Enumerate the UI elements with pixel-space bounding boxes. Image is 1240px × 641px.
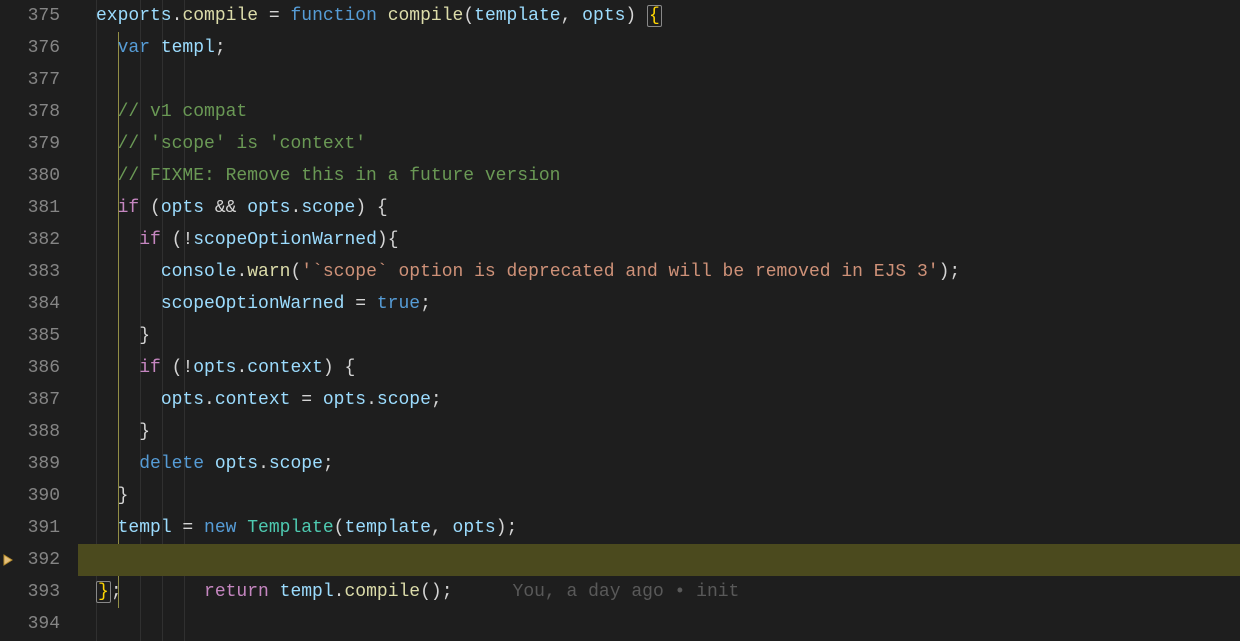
- code-line[interactable]: // v1 compat: [78, 96, 1240, 128]
- code-line[interactable]: if (opts && opts.scope) {: [78, 192, 1240, 224]
- line-number[interactable]: 393: [0, 576, 60, 608]
- line-number[interactable]: 384: [0, 288, 60, 320]
- line-number[interactable]: 385: [0, 320, 60, 352]
- code-editor[interactable]: 375 376 377 378 379 380 381 382 383 384 …: [0, 0, 1240, 641]
- code-line[interactable]: var templ;: [78, 32, 1240, 64]
- brace-open-icon: {: [647, 5, 662, 27]
- code-line[interactable]: exports.compile = function compile(templ…: [78, 0, 1240, 32]
- code-line[interactable]: }: [78, 416, 1240, 448]
- line-number[interactable]: 383: [0, 256, 60, 288]
- line-number[interactable]: 387: [0, 384, 60, 416]
- code-line[interactable]: opts.context = opts.scope;: [78, 384, 1240, 416]
- line-number[interactable]: 376: [0, 32, 60, 64]
- code-lines[interactable]: exports.compile = function compile(templ…: [78, 0, 1240, 640]
- current-execution-pointer-icon: [0, 544, 18, 576]
- code-line[interactable]: // 'scope' is 'context': [78, 128, 1240, 160]
- line-number[interactable]: 379: [0, 128, 60, 160]
- line-number[interactable]: 386: [0, 352, 60, 384]
- code-column[interactable]: exports.compile = function compile(templ…: [78, 0, 1240, 641]
- code-line[interactable]: delete opts.scope;: [78, 448, 1240, 480]
- code-line[interactable]: console.warn('`scope` option is deprecat…: [78, 256, 1240, 288]
- code-line[interactable]: [78, 608, 1240, 640]
- code-line[interactable]: if (!opts.context) {: [78, 352, 1240, 384]
- code-line[interactable]: // FIXME: Remove this in a future versio…: [78, 160, 1240, 192]
- line-number[interactable]: 389: [0, 448, 60, 480]
- line-number[interactable]: 390: [0, 480, 60, 512]
- line-number[interactable]: 388: [0, 416, 60, 448]
- code-line[interactable]: if (!scopeOptionWarned){: [78, 224, 1240, 256]
- code-line[interactable]: }: [78, 480, 1240, 512]
- line-number[interactable]: 394: [0, 608, 60, 640]
- code-line[interactable]: }: [78, 320, 1240, 352]
- line-number[interactable]: 377: [0, 64, 60, 96]
- line-number[interactable]: 391: [0, 512, 60, 544]
- code-line[interactable]: templ = new Template(template, opts);: [78, 512, 1240, 544]
- line-number[interactable]: 381: [0, 192, 60, 224]
- gitlens-annotation: You, a day ago • init: [453, 582, 740, 602]
- line-number[interactable]: 380: [0, 160, 60, 192]
- code-line-current[interactable]: return templ.compile();You, a day ago • …: [78, 544, 1240, 576]
- code-line[interactable]: [78, 64, 1240, 96]
- code-line[interactable]: scopeOptionWarned = true;: [78, 288, 1240, 320]
- line-number[interactable]: 378: [0, 96, 60, 128]
- line-number[interactable]: 382: [0, 224, 60, 256]
- line-number[interactable]: 375: [0, 0, 60, 32]
